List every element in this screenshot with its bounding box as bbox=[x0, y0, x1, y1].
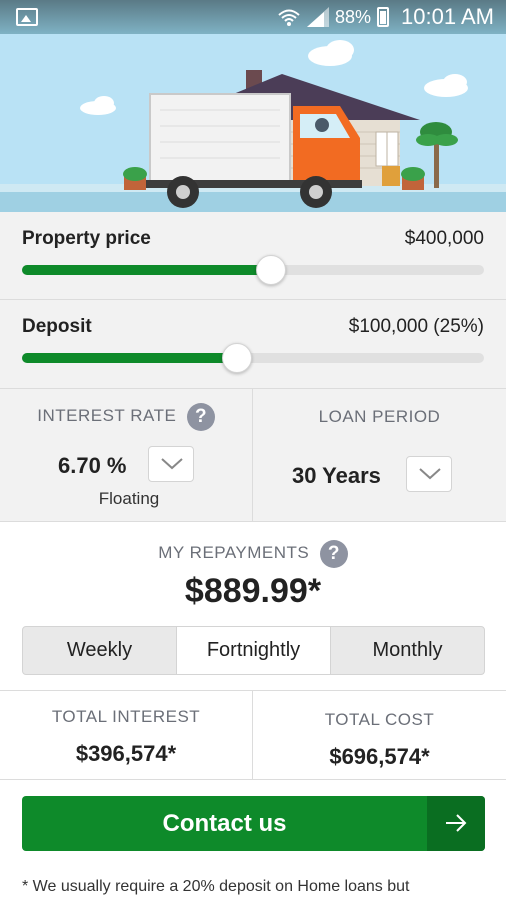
contact-us-label: Contact us bbox=[162, 810, 287, 837]
frequency-monthly-button[interactable]: Monthly bbox=[331, 627, 484, 674]
property-price-slider-thumb[interactable] bbox=[255, 255, 286, 285]
chevron-down-icon bbox=[161, 458, 183, 470]
total-cost-label: TOTAL COST bbox=[324, 710, 435, 729]
status-bar: 88% 10:01 AM bbox=[0, 0, 506, 34]
gallery-icon bbox=[16, 8, 38, 26]
interest-rate-value: 6.70 % bbox=[58, 453, 127, 478]
interest-rate-dropdown[interactable] bbox=[148, 446, 194, 482]
interest-rate-caption: INTEREST RATE bbox=[37, 406, 177, 426]
loan-period-dropdown[interactable] bbox=[406, 456, 452, 492]
total-interest-value: $396,574* bbox=[75, 741, 177, 766]
property-price-value: $400,000 bbox=[404, 228, 484, 249]
property-price-label: Property price bbox=[22, 228, 151, 249]
contact-us-button[interactable]: Contact us bbox=[22, 796, 485, 851]
deposit-slider-thumb[interactable] bbox=[221, 343, 252, 373]
loan-period-value: 30 Years bbox=[292, 463, 381, 488]
chevron-down-icon bbox=[419, 468, 441, 480]
contact-arrow-area[interactable] bbox=[427, 796, 485, 851]
frequency-weekly-button[interactable]: Weekly bbox=[23, 627, 177, 674]
deposit-label: Deposit bbox=[22, 316, 92, 337]
arrow-right-icon bbox=[446, 814, 467, 832]
battery-icon bbox=[377, 7, 390, 27]
rate-period-panel: INTEREST RATE ? 6.70 % Floating LOAN PER… bbox=[0, 389, 506, 522]
total-cost-value: $696,574* bbox=[329, 744, 430, 769]
clock: 10:01 AM bbox=[401, 4, 494, 29]
totals-panel: TOTAL INTEREST $396,574* TOTAL COST $696… bbox=[0, 690, 506, 780]
repayments-header: MY REPAYMENTS ? bbox=[0, 540, 506, 568]
deposit-value: $100,000 (25%) bbox=[348, 316, 484, 337]
deposit-section: Deposit $100,000 (25%) bbox=[0, 300, 506, 389]
hero-illustration bbox=[0, 34, 506, 212]
repayments-help-icon[interactable]: ? bbox=[319, 540, 348, 568]
total-interest: TOTAL INTEREST $396,574* bbox=[0, 691, 252, 779]
wifi-icon bbox=[278, 9, 300, 26]
deposit-slider[interactable] bbox=[22, 343, 484, 373]
total-cost: TOTAL COST $696,574* bbox=[253, 691, 506, 779]
interest-rate-help-icon[interactable]: ? bbox=[186, 403, 215, 431]
frequency-fortnightly-button[interactable]: Fortnightly bbox=[177, 627, 331, 674]
loan-period-caption: LOAN PERIOD bbox=[318, 407, 441, 426]
loan-period-header: LOAN PERIOD bbox=[253, 407, 506, 427]
deposit-slider-fill bbox=[22, 353, 237, 363]
interest-rate-header: INTEREST RATE ? bbox=[0, 403, 252, 431]
signal-icon bbox=[307, 7, 330, 27]
property-price-section: Property price $400,000 bbox=[0, 212, 506, 300]
interest-rate-type: Floating bbox=[98, 489, 160, 508]
property-price-slider-fill bbox=[22, 265, 271, 275]
repayment-amount: $889.99* bbox=[184, 572, 322, 610]
repayment-frequency-selector: Weekly Fortnightly Monthly bbox=[22, 626, 485, 675]
repayments-caption: MY REPAYMENTS bbox=[158, 543, 310, 563]
disclaimer-text: * We usually require a 20% deposit on Ho… bbox=[22, 878, 410, 895]
total-interest-label: TOTAL INTEREST bbox=[51, 707, 201, 726]
property-price-slider[interactable] bbox=[22, 255, 484, 285]
battery-percent: 88% bbox=[335, 6, 372, 27]
